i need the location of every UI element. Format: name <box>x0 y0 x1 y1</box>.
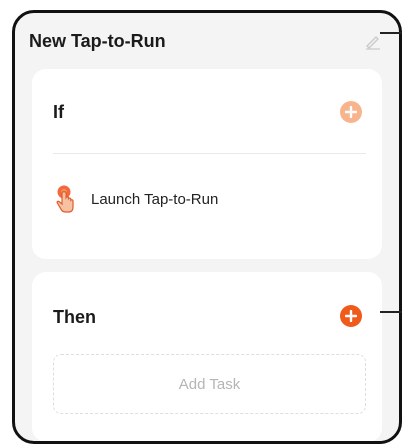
pencil-icon[interactable] <box>363 31 383 51</box>
tap-hand-icon <box>53 184 77 214</box>
plus-circle-icon <box>345 106 357 118</box>
then-section-title: Then <box>53 307 96 327</box>
callout-line <box>380 32 402 34</box>
header: New Tap-to-Run <box>29 28 383 54</box>
add-task-button[interactable]: Add Task <box>53 354 366 414</box>
add-condition-button[interactable] <box>340 101 362 123</box>
add-task-plus-button[interactable] <box>340 305 362 327</box>
then-card: Then Add Task <box>32 272 382 441</box>
plus-circle-icon <box>345 310 357 322</box>
page-title: New Tap-to-Run <box>29 31 166 51</box>
phone-frame: New Tap-to-Run If Launch Tap-to-Run Then… <box>12 10 402 444</box>
callout-line <box>380 311 402 313</box>
if-card: If Launch Tap-to-Run <box>32 69 382 259</box>
condition-item[interactable]: Launch Tap-to-Run <box>53 184 366 214</box>
condition-label: Launch Tap-to-Run <box>91 190 219 208</box>
divider <box>53 153 366 154</box>
if-section-title: If <box>53 102 64 122</box>
